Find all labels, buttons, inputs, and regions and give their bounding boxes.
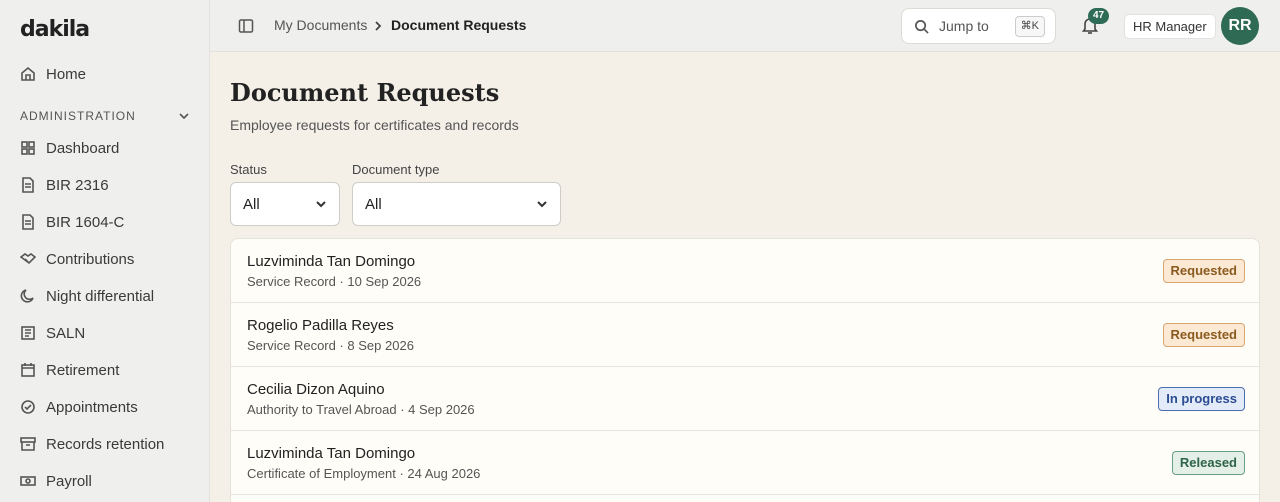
- notification-count-badge: 47: [1088, 8, 1109, 24]
- status-badge: Requested: [1162, 323, 1245, 347]
- app-logo[interactable]: dakila: [20, 17, 90, 42]
- sidebar-item-bir-2316[interactable]: BIR 2316: [20, 173, 109, 197]
- sidebar-item-label: SALN: [46, 324, 86, 342]
- sidebar-item-contributions[interactable]: Contributions: [20, 247, 134, 271]
- status-badge: In progress: [1158, 387, 1245, 411]
- handshake-icon: [20, 253, 36, 265]
- archive-icon: [20, 437, 36, 451]
- status-filter-value: All: [243, 195, 260, 213]
- sidebar-item-label: BIR 2316: [46, 176, 109, 194]
- employee-name: Cecilia Dizon Aquino: [247, 381, 385, 398]
- sidebar-item-appointments[interactable]: Appointments: [20, 395, 138, 419]
- sidebar-item-label: Retirement: [46, 361, 120, 379]
- status-filter-label: Status: [230, 162, 267, 177]
- request-row[interactable]: Luzviminda Tan Domingo Certificate of Em…: [231, 431, 1259, 495]
- type-filter-value: All: [365, 195, 382, 213]
- request-meta: Authority to Travel Abroad · 4 Sep 2026: [247, 402, 475, 417]
- sidebar-item-label: Payroll: [46, 472, 92, 490]
- request-list: Luzviminda Tan Domingo Service Record · …: [230, 238, 1260, 502]
- shortcut-hint: ⌘K: [1014, 16, 1045, 37]
- page-title: Document Requests: [230, 78, 500, 107]
- employee-name: Luzviminda Tan Domingo: [247, 253, 416, 270]
- grid-icon: [21, 141, 35, 155]
- jump-placeholder: Jump to: [939, 18, 989, 34]
- request-row[interactable]: Rogelio Padilla Reyes Service Record · 8…: [231, 303, 1259, 367]
- breadcrumb-my-documents[interactable]: My Documents: [274, 17, 367, 33]
- file-icon: [22, 177, 34, 193]
- sidebar-item-dashboard[interactable]: Dashboard: [20, 136, 119, 160]
- search-icon: [915, 19, 929, 34]
- status-badge: Requested: [1162, 259, 1245, 283]
- chevron-down-icon: [537, 201, 547, 208]
- check-circle-icon: [21, 400, 35, 414]
- request-row[interactable]: Cecilia Dizon Aquino Authority to Travel…: [231, 367, 1259, 431]
- chevron-down-icon: [179, 113, 189, 120]
- sidebar-item-label: Appointments: [46, 398, 138, 416]
- request-meta: Service Record · 8 Sep 2026: [247, 338, 414, 353]
- type-filter-label: Document type: [352, 162, 440, 177]
- home-icon: [21, 66, 35, 81]
- status-filter-select[interactable]: All: [230, 182, 340, 226]
- request-row[interactable]: Luzviminda Tan Domingo Service Record · …: [231, 239, 1259, 303]
- page-subtitle: Employee requests for certificates and r…: [230, 117, 519, 133]
- employee-name: Rogelio Padilla Reyes: [247, 317, 394, 334]
- banknote-icon: [20, 476, 36, 486]
- sidebar-item-saln[interactable]: SALN: [20, 321, 85, 345]
- section-label: ADMINISTRATION: [20, 109, 136, 123]
- sidebar-item-label: Records retention: [46, 435, 165, 453]
- sidebar-item-bir-1604c[interactable]: BIR 1604-C: [20, 210, 124, 234]
- chevron-down-icon: [316, 201, 326, 208]
- sidebar-toggle-icon[interactable]: [238, 18, 254, 34]
- top-header: My Documents Document Requests Jump to ⌘…: [210, 0, 1280, 52]
- sidebar-item-payroll[interactable]: Payroll: [20, 469, 92, 493]
- request-meta: Certificate of Employment · 24 Aug 2026: [247, 466, 481, 481]
- employee-name: Luzviminda Tan Domingo: [247, 445, 416, 462]
- sidebar: dakila Home ADMINISTRATION Dashboard BIR…: [0, 0, 210, 502]
- user-avatar[interactable]: RR: [1221, 7, 1259, 45]
- sidebar-item-label: Night differential: [46, 287, 155, 305]
- request-meta: Service Record · 10 Sep 2026: [247, 274, 422, 289]
- jump-to-search[interactable]: Jump to ⌘K: [901, 8, 1056, 44]
- section-administration[interactable]: ADMINISTRATION: [20, 109, 190, 123]
- ledger-icon: [21, 326, 35, 340]
- chevron-right-icon: [375, 21, 382, 31]
- sidebar-item-retirement[interactable]: Retirement: [20, 358, 119, 382]
- sidebar-item-night-differential[interactable]: Night differential: [20, 284, 154, 308]
- moon-icon: [20, 289, 34, 303]
- sidebar-item-home[interactable]: Home: [20, 62, 86, 86]
- role-switcher[interactable]: HR Manager: [1124, 14, 1216, 39]
- sidebar-item-label: Dashboard: [46, 139, 120, 157]
- sidebar-item-label: BIR 1604-C: [46, 213, 125, 231]
- sidebar-item-records-retention[interactable]: Records retention: [20, 432, 164, 456]
- breadcrumb-current: Document Requests: [391, 17, 527, 33]
- type-filter-select[interactable]: All: [352, 182, 561, 226]
- status-badge: Released: [1171, 451, 1245, 475]
- file-icon: [22, 214, 34, 230]
- sidebar-item-label: Home: [46, 65, 87, 83]
- sidebar-item-label: Contributions: [46, 250, 135, 268]
- calendar-icon: [21, 363, 35, 377]
